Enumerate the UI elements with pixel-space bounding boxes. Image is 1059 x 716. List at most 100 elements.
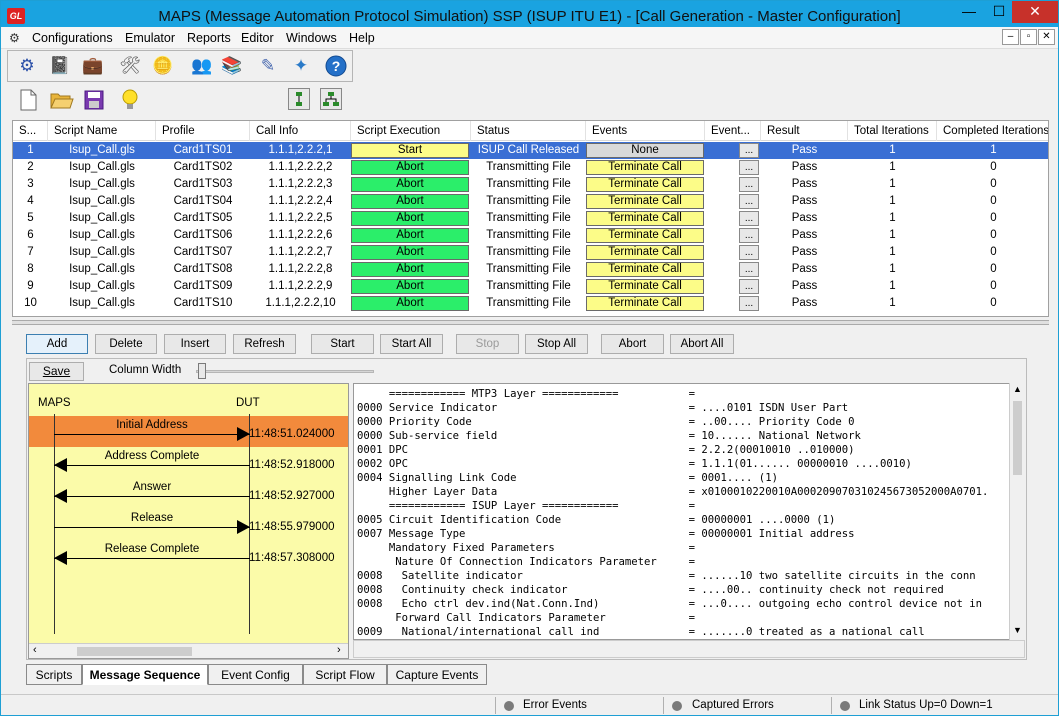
events-button[interactable]: Terminate Call xyxy=(586,262,704,277)
event-details-button[interactable]: ... xyxy=(739,143,759,158)
tab-scripts[interactable]: Scripts xyxy=(26,664,82,685)
table-row[interactable]: 4 Isup_Call.gls Card1TS04 1.1.1,2.2.2,4 Tran… xyxy=(13,193,1048,210)
sequence-message-label[interactable]: Answer xyxy=(54,481,250,493)
events-button[interactable]: Terminate Call xyxy=(586,194,704,209)
notebook-icon[interactable]: 📓 xyxy=(47,54,73,78)
script-execution-button[interactable]: Start xyxy=(351,143,469,158)
decode-line[interactable]: 0000 Service Indicator = ....0101 ISDN U… xyxy=(357,401,848,415)
column-width-slider-thumb[interactable] xyxy=(198,363,206,379)
events-button[interactable]: Terminate Call xyxy=(586,245,704,260)
script-execution-button[interactable]: Abort xyxy=(351,211,469,226)
sequence-hscroll[interactable]: ‹ › xyxy=(29,643,348,658)
menu-emulator[interactable]: Emulator xyxy=(125,31,175,45)
col-header-profile[interactable]: Profile xyxy=(156,121,250,141)
users-icon[interactable]: 👥 xyxy=(189,54,215,78)
table-row[interactable]: 5 Isup_Call.gls Card1TS05 1.1.1,2.2.2,5 Tran… xyxy=(13,210,1048,227)
scroll-up-icon[interactable]: ▲ xyxy=(1013,384,1022,394)
tab-message-sequence[interactable]: Message Sequence xyxy=(82,664,208,685)
decode-line[interactable]: 0008 Echo ctrl dev.ind(Nat.Conn.Ind) = .… xyxy=(357,597,982,611)
col-header-script-name[interactable]: Script Name xyxy=(48,121,156,141)
decode-line[interactable]: Mandatory Fixed Parameters = xyxy=(357,541,695,555)
start-button[interactable]: Start xyxy=(311,334,374,354)
col-header-result[interactable]: Result xyxy=(761,121,848,141)
vscroll-thumb[interactable] xyxy=(1013,401,1022,475)
wizard-icon[interactable]: ✦ xyxy=(288,54,314,78)
events-button[interactable]: Terminate Call xyxy=(586,177,704,192)
script-execution-button[interactable]: Abort xyxy=(351,279,469,294)
scroll-thumb[interactable] xyxy=(77,647,192,656)
decode-line[interactable]: Nature Of Connection Indicators Paramete… xyxy=(357,555,695,569)
event-details-button[interactable]: ... xyxy=(739,262,759,277)
sequence-message-label[interactable]: Release Complete xyxy=(54,543,250,555)
script-execution-button[interactable]: Abort xyxy=(351,177,469,192)
scroll-right-icon[interactable]: › xyxy=(337,644,341,656)
scroll-left-icon[interactable]: ‹ xyxy=(33,644,37,656)
decode-line[interactable]: 0004 Signalling Link Code = 0001.... (1) xyxy=(357,471,778,485)
tab-event-config[interactable]: Event Config xyxy=(208,664,303,685)
splitter[interactable] xyxy=(12,320,1049,325)
sequence-message-label[interactable]: Initial Address xyxy=(54,419,250,431)
col-header-events[interactable]: Events xyxy=(586,121,705,141)
event-details-button[interactable]: ... xyxy=(739,279,759,294)
event-details-button[interactable]: ... xyxy=(739,296,759,311)
menu-help[interactable]: Help xyxy=(349,31,375,45)
coins-icon[interactable]: 🪙 xyxy=(150,54,176,78)
decode-line[interactable]: 0002 OPC = 1.1.1(01...... 00000010 ....0… xyxy=(357,457,912,471)
decode-line[interactable]: 0000 Sub-service field = 10...... Nation… xyxy=(357,429,861,443)
table-row[interactable]: 10 Isup_Call.gls Card1TS10 1.1.1,2.2.2,10 Tr… xyxy=(13,295,1048,312)
col-header-status[interactable]: Status xyxy=(471,121,586,141)
maximize-button[interactable]: ☐ xyxy=(984,1,1014,23)
mdi-restore-button[interactable]: ▫ xyxy=(1020,29,1037,45)
events-button[interactable]: Terminate Call xyxy=(586,296,704,311)
decode-line[interactable]: 0005 Circuit Identification Code = 00000… xyxy=(357,513,835,527)
mdi-close-button[interactable]: ✕ xyxy=(1038,29,1055,45)
menu-configurations[interactable]: Configurations xyxy=(32,31,113,45)
new-file-icon[interactable] xyxy=(15,88,41,112)
close-button[interactable]: ✕ xyxy=(1012,1,1058,23)
insert-button[interactable]: Insert xyxy=(164,334,226,354)
stop-button[interactable]: Stop xyxy=(456,334,519,354)
mdi-minimize-button[interactable]: – xyxy=(1002,29,1019,45)
col-header-serial[interactable]: S... xyxy=(13,121,48,141)
events-button[interactable]: Terminate Call xyxy=(586,228,704,243)
table-row[interactable]: 9 Isup_Call.gls Card1TS09 1.1.1,2.2.2,9 Tran… xyxy=(13,278,1048,295)
script-execution-button[interactable]: Abort xyxy=(351,262,469,277)
decode-line[interactable]: 0000 Priority Code = ..00.... Priority C… xyxy=(357,415,854,429)
mdi-document-icon[interactable]: ⚙ xyxy=(9,31,20,45)
decode-hscroll[interactable] xyxy=(353,640,1025,658)
decode-line[interactable]: ============ MTP3 Layer ============ = xyxy=(357,387,695,401)
col-header-event-dots[interactable]: Event... xyxy=(705,121,761,141)
briefcase-icon[interactable]: 💼 xyxy=(80,54,106,78)
stop-all-button[interactable]: Stop All xyxy=(525,334,588,354)
event-details-button[interactable]: ... xyxy=(739,194,759,209)
events-button[interactable]: Terminate Call xyxy=(586,160,704,175)
tools-icon[interactable]: 🛠 xyxy=(117,54,143,78)
tree-multi-icon[interactable] xyxy=(320,88,342,110)
menu-reports[interactable]: Reports xyxy=(187,31,231,45)
table-row[interactable]: 6 Isup_Call.gls Card1TS06 1.1.1,2.2.2,6 Tran… xyxy=(13,227,1048,244)
col-header-call-info[interactable]: Call Info xyxy=(250,121,351,141)
open-folder-icon[interactable] xyxy=(49,88,75,112)
col-header-total-iterations[interactable]: Total Iterations xyxy=(848,121,937,141)
event-details-button[interactable]: ... xyxy=(739,160,759,175)
delete-button[interactable]: Delete xyxy=(95,334,157,354)
col-header-script-execution[interactable]: Script Execution xyxy=(351,121,471,141)
script-execution-button[interactable]: Abort xyxy=(351,245,469,260)
tab-capture-events[interactable]: Capture Events xyxy=(387,664,487,685)
events-button[interactable]: None xyxy=(586,143,704,158)
decode-line[interactable]: ============ ISUP Layer ============ = xyxy=(357,499,695,513)
add-button[interactable]: Add xyxy=(26,334,88,354)
table-row[interactable]: 2 Isup_Call.gls Card1TS02 1.1.1,2.2.2,2 Tran… xyxy=(13,159,1048,176)
decode-line[interactable]: 0009 National/international call ind = .… xyxy=(357,625,925,639)
decode-line[interactable]: Forward Call Indicators Parameter = xyxy=(357,611,695,625)
decode-line[interactable]: 0007 Message Type = 00000001 Initial add… xyxy=(357,527,854,541)
column-width-slider-track[interactable] xyxy=(196,370,374,373)
decode-vscroll[interactable]: ▲ ▼ xyxy=(1009,383,1025,640)
decode-line[interactable]: Higher Layer Data = x0100010220010A00020… xyxy=(357,485,989,499)
gear-icon[interactable]: ⚙ xyxy=(14,54,40,78)
script-execution-button[interactable]: Abort xyxy=(351,160,469,175)
events-button[interactable]: Terminate Call xyxy=(586,279,704,294)
save-icon[interactable] xyxy=(81,88,107,112)
start-all-button[interactable]: Start All xyxy=(380,334,443,354)
table-row[interactable]: 1 Isup_Call.gls Card1TS01 1.1.1,2.2.2,1 ISUP… xyxy=(13,142,1048,159)
